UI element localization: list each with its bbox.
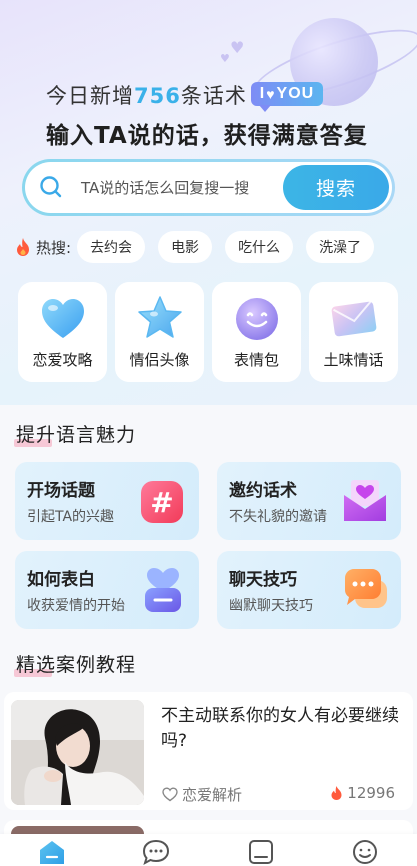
smiley-icon bbox=[235, 298, 278, 340]
hot-search-row: 热搜: 去约会 电影 吃什么 洗澡了 bbox=[14, 230, 387, 264]
hot-search-label: 热搜: bbox=[36, 238, 72, 257]
chat-icon[interactable] bbox=[141, 838, 171, 866]
case-count-label: 12996 bbox=[347, 784, 395, 802]
category-love-guide[interactable]: 恋爱攻略 bbox=[18, 282, 107, 382]
envelope-icon bbox=[331, 300, 376, 337]
heart-decoration-icon: ♥ bbox=[230, 38, 245, 57]
search-input[interactable]: TA说的话怎么回复搜一搜 bbox=[81, 177, 249, 198]
square-icon[interactable] bbox=[246, 838, 276, 866]
smile-icon[interactable] bbox=[350, 838, 380, 866]
badge-i: I bbox=[259, 85, 266, 102]
category-label: 恋爱攻略 bbox=[32, 351, 93, 369]
badge-heart-icon: ♥ bbox=[266, 86, 276, 102]
section-title-cases: 精选案例教程 bbox=[14, 654, 137, 677]
skill-card-invitation[interactable]: 邀约话术 不失礼貌的邀请 bbox=[217, 462, 401, 540]
case-thumbnail bbox=[11, 700, 144, 805]
fire-icon bbox=[17, 238, 29, 256]
category-label: 表情包 bbox=[233, 351, 279, 369]
case-hot-count: 12996 bbox=[330, 784, 395, 802]
heart-chat-icon bbox=[145, 568, 181, 612]
category-sticker[interactable]: 表情包 bbox=[212, 282, 301, 382]
headline-suffix: 条话术 bbox=[180, 84, 247, 108]
skill-card-chat-skills[interactable]: 聊天技巧 幽默聊天技巧 bbox=[217, 551, 401, 629]
category-label: 情侣头像 bbox=[129, 351, 190, 369]
headline-prefix: 今日新增 bbox=[46, 84, 134, 108]
case-card[interactable]: 不主动联系你的女人有必要继续吗? 恋爱解析 12996 bbox=[4, 692, 413, 810]
chat-bubbles-icon bbox=[345, 569, 387, 608]
skill-card-confession[interactable]: 如何表白 收获爱情的开始 bbox=[15, 551, 199, 629]
hero-banner: ♥ ♥ 今日新增756条话术 I ♥ YOU 输入TA说的话，获得满意答复 TA说的… bbox=[0, 0, 417, 405]
search-bar[interactable]: TA说的话怎么回复搜一搜 搜索 bbox=[22, 159, 395, 216]
search-button[interactable]: 搜索 bbox=[283, 165, 389, 210]
portrait-photo bbox=[11, 700, 144, 805]
section-title-charm: 提升语言魅力 bbox=[14, 424, 137, 447]
hot-tag-chip[interactable]: 电影 bbox=[158, 231, 213, 263]
svg-text:#: # bbox=[150, 486, 173, 519]
skill-card-opening-topic[interactable]: 开场话题 引起TA的兴趣 # bbox=[15, 462, 199, 540]
small-heart-decoration-icon: ♥ bbox=[220, 52, 230, 65]
hashtag-icon: # bbox=[141, 481, 183, 523]
flame-icon bbox=[331, 786, 342, 800]
subheadline: 输入TA说的话，获得满意答复 bbox=[46, 123, 368, 149]
i-love-you-badge: I ♥ YOU bbox=[251, 82, 323, 112]
category-pickup-lines[interactable]: 土味情话 bbox=[309, 282, 398, 382]
case-tag: 恋爱解析 bbox=[162, 784, 242, 805]
new-count-headline: 今日新增756条话术 bbox=[46, 80, 247, 110]
category-label: 土味情话 bbox=[323, 351, 384, 369]
category-couple-avatar[interactable]: 情侣头像 bbox=[115, 282, 204, 382]
case-title: 不主动联系你的女人有必要继续吗? bbox=[161, 706, 399, 751]
headline-count: 756 bbox=[134, 84, 181, 108]
badge-you: YOU bbox=[276, 85, 315, 102]
hot-tag-chip[interactable]: 吃什么 bbox=[225, 231, 294, 263]
heart-icon bbox=[41, 299, 84, 338]
star-icon bbox=[137, 296, 182, 338]
heart-outline-icon bbox=[162, 787, 178, 802]
hot-tag-chip[interactable]: 去约会 bbox=[77, 231, 146, 263]
home-icon[interactable] bbox=[37, 838, 67, 866]
hot-tag-chip[interactable]: 洗澡了 bbox=[306, 231, 375, 263]
love-letter-icon bbox=[344, 480, 386, 521]
case-tag-label: 恋爱解析 bbox=[182, 786, 243, 804]
search-icon bbox=[40, 176, 62, 198]
bottom-tab-bar bbox=[0, 834, 417, 866]
category-grid: 恋爱攻略 情侣头像 表情包 土味情话 bbox=[18, 282, 398, 382]
